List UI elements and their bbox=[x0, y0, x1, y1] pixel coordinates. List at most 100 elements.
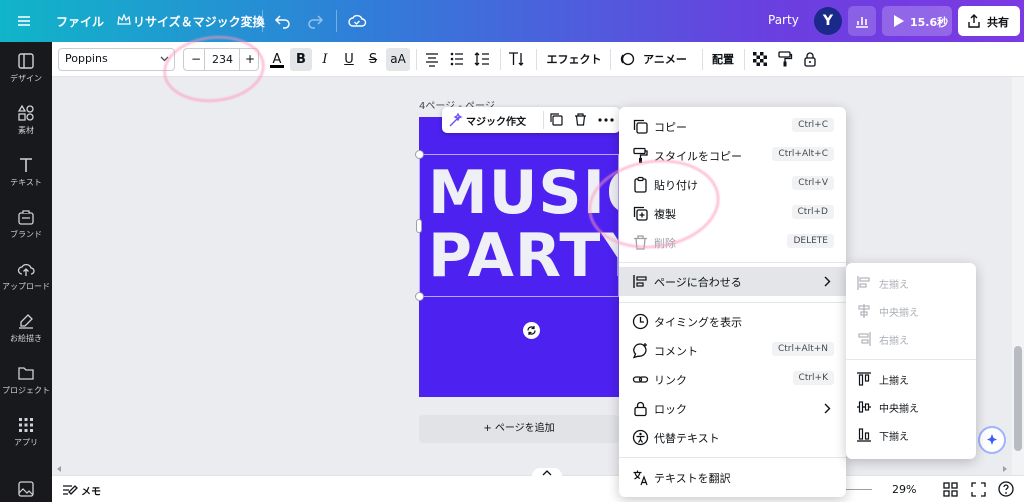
sidebar-item-draw[interactable]: お絵描き bbox=[0, 312, 52, 360]
sidebar-item-elements[interactable]: 素材 bbox=[0, 104, 52, 152]
bullet-list-icon[interactable] bbox=[449, 51, 467, 74]
align-submenu: 左揃え 中央揃え 右揃え 上揃え 中央揃え 下揃え bbox=[846, 263, 976, 459]
chevron-right-icon bbox=[824, 276, 831, 287]
sidebar-item-label: テキスト bbox=[10, 178, 42, 187]
text-icon bbox=[20, 158, 32, 172]
menu-item-copy[interactable]: コピー Ctrl+C bbox=[619, 113, 846, 140]
insights-button[interactable] bbox=[848, 6, 876, 36]
notes-button[interactable]: メモ bbox=[81, 483, 101, 498]
underline-button[interactable]: U bbox=[340, 48, 358, 71]
submenu-align-right[interactable]: 右揃え bbox=[846, 325, 976, 353]
menu-item-link[interactable]: リンク Ctrl+K bbox=[619, 366, 846, 393]
image-icon[interactable] bbox=[17, 480, 35, 498]
submenu-align-left[interactable]: 左揃え bbox=[846, 269, 976, 297]
rotate-handle[interactable] bbox=[523, 322, 540, 339]
position-button[interactable]: 配置 bbox=[710, 48, 736, 71]
help-icon[interactable] bbox=[998, 481, 1014, 497]
magic-assistant-button[interactable] bbox=[978, 426, 1006, 454]
scrollbar-thumb[interactable] bbox=[1014, 346, 1022, 451]
animate-icon[interactable] bbox=[619, 51, 635, 74]
menu-item-lock[interactable]: ロック bbox=[619, 395, 846, 422]
menu-item-label: ページに合わせる bbox=[654, 276, 742, 289]
lock-icon[interactable] bbox=[802, 51, 820, 74]
effects-button[interactable]: エフェクト bbox=[545, 48, 603, 71]
share-button[interactable]: 共有 bbox=[958, 6, 1020, 36]
present-button[interactable]: 15.6秒 bbox=[882, 6, 952, 36]
share-label: 共有 bbox=[987, 16, 1009, 29]
line-spacing-icon[interactable] bbox=[474, 51, 492, 74]
submenu-label: 下揃え bbox=[879, 432, 909, 443]
resize-button[interactable]: リサイズ＆マジック変換 bbox=[133, 13, 265, 30]
italic-button[interactable]: I bbox=[316, 48, 334, 71]
chevron-up-icon bbox=[542, 470, 552, 476]
sidebar: デザイン 素材 テキスト ブランド アップロード お絵描き プロジェクト アプリ bbox=[0, 42, 52, 502]
undo-icon[interactable] bbox=[273, 11, 293, 31]
sidebar-item-brand[interactable]: ブランド bbox=[0, 208, 52, 256]
sidebar-bottom bbox=[0, 475, 52, 502]
sidebar-item-apps[interactable]: アプリ bbox=[0, 416, 52, 464]
add-page-button[interactable]: + ページを追加 bbox=[419, 415, 619, 443]
avatar[interactable]: Y bbox=[814, 7, 842, 35]
menu-item-align-to-page[interactable]: ページに合わせる bbox=[619, 267, 846, 296]
align-center-text-icon[interactable] bbox=[424, 51, 442, 74]
menu-item-alt-text[interactable]: 代替テキスト bbox=[619, 424, 846, 451]
duplicate-icon[interactable] bbox=[549, 112, 564, 127]
menu-item-comment[interactable]: コメント Ctrl+Alt+N bbox=[619, 337, 846, 364]
grid-view-icon[interactable] bbox=[943, 482, 958, 497]
shortcut-badge: Ctrl+K bbox=[792, 371, 834, 385]
font-family-select[interactable]: Poppins bbox=[58, 48, 175, 71]
layout-icon bbox=[18, 53, 34, 69]
sidebar-item-text[interactable]: テキスト bbox=[0, 156, 52, 204]
vertical-text-icon[interactable] bbox=[508, 51, 528, 74]
sidebar-item-label: プロジェクト bbox=[2, 386, 50, 395]
sidebar-item-label: お絵描き bbox=[10, 334, 42, 343]
menu-item-translate[interactable]: テキストを翻訳 bbox=[619, 464, 846, 491]
magic-write-icon bbox=[448, 112, 464, 128]
scroll-left-icon[interactable] bbox=[56, 466, 62, 472]
cloud-save-icon[interactable] bbox=[347, 11, 367, 31]
upload-icon bbox=[17, 263, 35, 276]
transparency-icon[interactable] bbox=[752, 51, 770, 74]
animate-button[interactable]: アニメート bbox=[638, 48, 692, 89]
submenu-align-middle[interactable]: 中央揃え bbox=[846, 393, 976, 421]
resize-handle[interactable] bbox=[416, 219, 422, 233]
more-options-icon[interactable] bbox=[598, 118, 614, 122]
document-title[interactable]: Party bbox=[768, 13, 799, 27]
resize-handle[interactable] bbox=[415, 150, 424, 159]
align-center-icon bbox=[856, 303, 872, 319]
page-panel-toggle[interactable] bbox=[532, 468, 562, 480]
scroll-right-icon[interactable] bbox=[1002, 466, 1008, 472]
fullscreen-icon[interactable] bbox=[971, 482, 986, 497]
submenu-align-center[interactable]: 中央揃え bbox=[846, 297, 976, 325]
redo-icon[interactable] bbox=[305, 11, 325, 31]
letter-case-button[interactable]: aA bbox=[386, 48, 410, 71]
menu-icon[interactable] bbox=[14, 11, 34, 31]
lock-icon bbox=[632, 400, 649, 417]
shortcut-badge: Ctrl+V bbox=[792, 176, 834, 190]
sidebar-item-upload[interactable]: アップロード bbox=[0, 260, 52, 308]
paint-roller-icon[interactable] bbox=[777, 51, 795, 74]
text-color-button[interactable]: A bbox=[267, 48, 287, 71]
draw-icon bbox=[19, 314, 33, 329]
font-name: Poppins bbox=[65, 52, 108, 65]
align-left-icon bbox=[856, 275, 872, 291]
strikethrough-button[interactable]: S bbox=[364, 48, 382, 71]
align-bottom-icon bbox=[856, 427, 872, 443]
submenu-align-top[interactable]: 上揃え bbox=[846, 365, 976, 393]
shortcut-badge: Ctrl+C bbox=[792, 118, 834, 132]
file-menu[interactable]: ファイル bbox=[56, 13, 104, 30]
clock-icon bbox=[632, 313, 649, 330]
sidebar-item-projects[interactable]: プロジェクト bbox=[0, 364, 52, 412]
menu-item-show-timing[interactable]: タイミングを表示 bbox=[619, 308, 846, 335]
copy-icon bbox=[632, 118, 649, 135]
bold-button[interactable]: B bbox=[290, 48, 312, 71]
brand-icon bbox=[18, 210, 34, 225]
trash-icon[interactable] bbox=[573, 112, 588, 127]
resize-handle[interactable] bbox=[415, 292, 424, 301]
sidebar-item-design[interactable]: デザイン bbox=[0, 52, 52, 100]
zoom-level[interactable]: 29% bbox=[892, 483, 916, 496]
submenu-align-bottom[interactable]: 下揃え bbox=[846, 421, 976, 449]
menu-item-label: テキストを翻訳 bbox=[654, 472, 731, 485]
sidebar-item-label: デザイン bbox=[10, 74, 42, 83]
magic-write-button[interactable]: マジック作文 bbox=[466, 113, 526, 128]
